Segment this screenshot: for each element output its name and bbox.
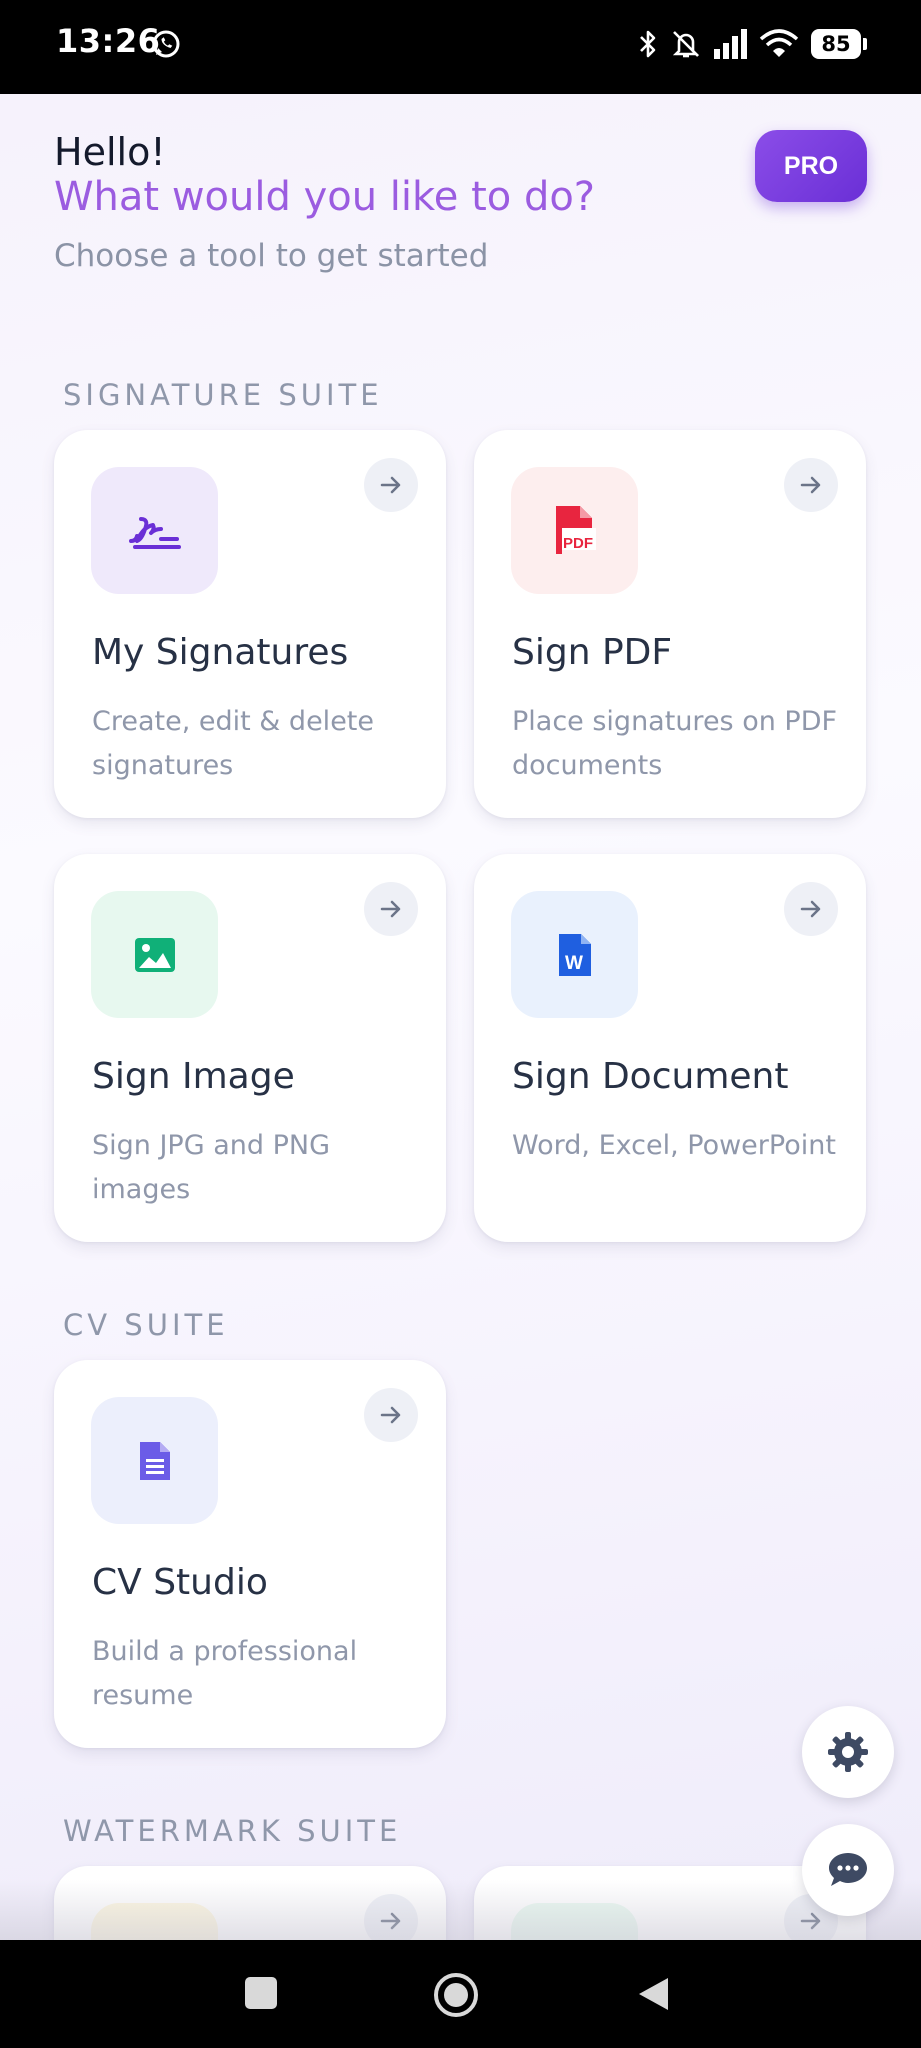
card-cv-studio[interactable]: CV Studio Build a professional resume xyxy=(54,1360,446,1748)
pro-button[interactable]: PRO xyxy=(755,130,867,202)
card-title: Sign PDF xyxy=(512,632,673,673)
card-description: Sign JPG and PNG images xyxy=(92,1130,331,1205)
card-icon-box xyxy=(91,891,218,1018)
battery-indicator: 85 xyxy=(811,29,867,59)
whatsapp-icon xyxy=(152,30,180,58)
image-icon xyxy=(134,937,175,972)
card-icon-box xyxy=(91,1397,218,1524)
card-description: Word, Excel, PowerPoint xyxy=(512,1130,836,1161)
greeting: Hello! xyxy=(54,130,166,174)
document-icon xyxy=(139,1441,170,1480)
card-my-signatures[interactable]: My Signatures Create, edit & delete sign… xyxy=(54,430,446,818)
word-icon: W xyxy=(558,933,591,976)
pdf-icon: PDF xyxy=(555,505,596,554)
card-icon-box xyxy=(91,467,218,594)
arrow-right-icon[interactable] xyxy=(784,882,838,936)
card-sign-image[interactable]: Sign Image Sign JPG and PNG images xyxy=(54,854,446,1242)
card-sign-document[interactable]: W Sign Document Word, Excel, PowerPoint xyxy=(474,854,866,1242)
card-title: My Signatures xyxy=(92,632,349,673)
back-button[interactable] xyxy=(636,1976,670,2012)
status-bar: 13:26 85 xyxy=(0,0,921,94)
arrow-right-icon[interactable] xyxy=(364,882,418,936)
card-description: Place signatures on PDF documents xyxy=(512,706,838,781)
home-button[interactable] xyxy=(433,1972,479,2018)
settings-button[interactable] xyxy=(802,1706,894,1798)
card-icon-box: W xyxy=(511,891,638,1018)
card-description: Build a professional resume xyxy=(92,1636,358,1711)
subtitle: Choose a tool to get started xyxy=(54,238,489,274)
card-title: Sign Image xyxy=(92,1056,295,1097)
section-title-watermark-suite: WATERMARK SUITE xyxy=(63,1814,402,1848)
signature-icon xyxy=(128,516,181,549)
arrow-right-icon[interactable] xyxy=(784,458,838,512)
card-title: Sign Document xyxy=(512,1056,789,1097)
bluetooth-icon xyxy=(640,30,656,58)
bottom-fade xyxy=(0,1880,921,1940)
page-title: What would you like to do? xyxy=(54,174,596,220)
recents-button[interactable] xyxy=(244,1976,278,2010)
arrow-right-icon[interactable] xyxy=(364,1388,418,1442)
section-title-cv-suite: CV SUITE xyxy=(63,1308,229,1342)
signal-icon xyxy=(714,29,747,59)
section-title-signature-suite: SIGNATURE SUITE xyxy=(63,378,383,412)
card-icon-box: PDF xyxy=(511,467,638,594)
status-time: 13:26 xyxy=(56,22,161,60)
wifi-icon xyxy=(759,29,799,57)
svg-text:PDF: PDF xyxy=(563,535,593,552)
card-title: CV Studio xyxy=(92,1562,268,1603)
app-screen: Hello! What would you like to do? Choose… xyxy=(0,94,921,1940)
chat-button[interactable] xyxy=(802,1824,894,1916)
chat-icon xyxy=(829,1853,867,1886)
svg-text:W: W xyxy=(565,953,583,974)
card-sign-pdf[interactable]: PDF Sign PDF Place signatures on PDF doc… xyxy=(474,430,866,818)
card-description: Create, edit & delete signatures xyxy=(92,706,374,781)
status-icons: 85 xyxy=(637,26,867,62)
bell-off-icon xyxy=(672,31,700,58)
gear-icon xyxy=(828,1732,868,1772)
navigation-bar xyxy=(0,1940,921,2048)
arrow-right-icon[interactable] xyxy=(364,458,418,512)
